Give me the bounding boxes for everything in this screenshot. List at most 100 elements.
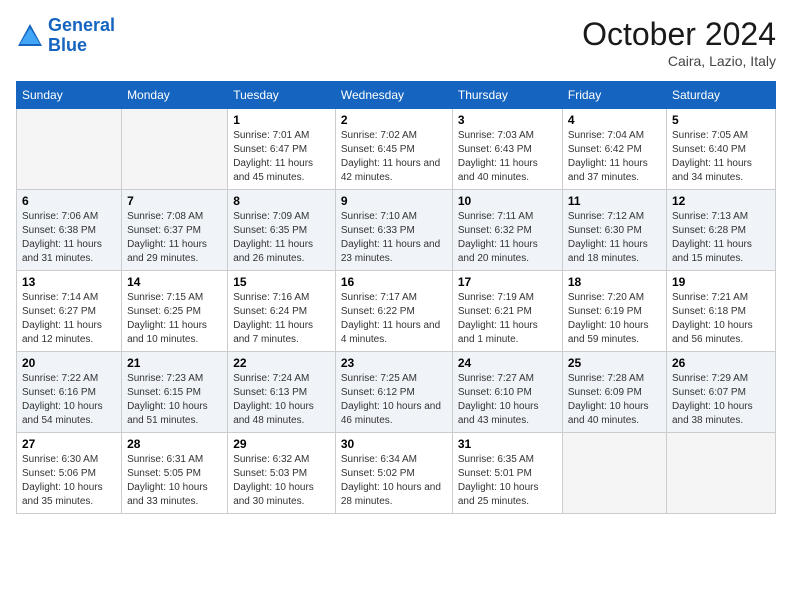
day-info: Sunrise: 7:20 AMSunset: 6:19 PMDaylight:… — [568, 291, 661, 347]
page-header: General Blue October 2024 Caira, Lazio, … — [16, 16, 776, 69]
month-title: October 2024 — [582, 16, 776, 53]
day-number: 5 — [672, 113, 770, 127]
calendar-cell: 30 Sunrise: 6:34 AMSunset: 5:02 PMDayligh… — [335, 433, 452, 514]
location: Caira, Lazio, Italy — [582, 53, 776, 69]
calendar-cell: 21 Sunrise: 7:23 AMSunset: 6:15 PMDayligh… — [122, 352, 228, 433]
day-info: Sunrise: 7:16 AMSunset: 6:24 PMDaylight:… — [233, 291, 330, 347]
day-number: 25 — [568, 356, 661, 370]
day-info: Sunrise: 6:31 AMSunset: 5:05 PMDaylight:… — [127, 453, 222, 509]
day-number: 19 — [672, 275, 770, 289]
day-number: 28 — [127, 437, 222, 451]
day-info: Sunrise: 7:29 AMSunset: 6:07 PMDaylight:… — [672, 372, 770, 428]
logo-text: General Blue — [48, 16, 115, 56]
calendar-cell — [666, 433, 775, 514]
day-number: 3 — [458, 113, 557, 127]
day-info: Sunrise: 7:25 AMSunset: 6:12 PMDaylight:… — [341, 372, 447, 428]
day-number: 22 — [233, 356, 330, 370]
calendar-cell: 23Sunrise: 7:25 AMSunset: 6:12 PMDayligh… — [335, 352, 452, 433]
day-info: Sunrise: 7:03 AMSunset: 6:43 PMDaylight:… — [458, 129, 557, 185]
week-row-2: 6 Sunrise: 7:06 AMSunset: 6:38 PMDaylight… — [17, 190, 776, 271]
day-info: Sunrise: 7:27 AMSunset: 6:10 PMDaylight:… — [458, 372, 557, 428]
day-info: Sunrise: 7:08 AMSunset: 6:37 PMDaylight:… — [127, 210, 222, 266]
calendar-cell: 20Sunrise: 7:22 AMSunset: 6:16 PMDayligh… — [17, 352, 122, 433]
calendar-table: SundayMondayTuesdayWednesdayThursdayFrid… — [16, 81, 776, 514]
day-info: Sunrise: 7:19 AMSunset: 6:21 PMDaylight:… — [458, 291, 557, 347]
day-info: Sunrise: 7:01 AMSunset: 6:47 PMDaylight:… — [233, 129, 330, 185]
calendar-cell: 11 Sunrise: 7:12 AMSunset: 6:30 PMDayligh… — [562, 190, 666, 271]
day-number: 2 — [341, 113, 447, 127]
day-number: 30 — [341, 437, 447, 451]
header-friday: Friday — [562, 82, 666, 109]
calendar-cell: 28 Sunrise: 6:31 AMSunset: 5:05 PMDayligh… — [122, 433, 228, 514]
day-number: 12 — [672, 194, 770, 208]
day-info: Sunrise: 7:11 AMSunset: 6:32 PMDaylight:… — [458, 210, 557, 266]
calendar-cell: 15 Sunrise: 7:16 AMSunset: 6:24 PMDayligh… — [228, 271, 336, 352]
day-number: 13 — [22, 275, 116, 289]
calendar-cell: 24 Sunrise: 7:27 AMSunset: 6:10 PMDayligh… — [452, 352, 562, 433]
day-number: 8 — [233, 194, 330, 208]
title-block: October 2024 Caira, Lazio, Italy — [582, 16, 776, 69]
day-number: 21 — [127, 356, 222, 370]
week-row-1: 1 Sunrise: 7:01 AMSunset: 6:47 PMDaylight… — [17, 109, 776, 190]
day-info: Sunrise: 7:04 AMSunset: 6:42 PMDaylight:… — [568, 129, 661, 185]
calendar-cell: 6 Sunrise: 7:06 AMSunset: 6:38 PMDaylight… — [17, 190, 122, 271]
day-info: Sunrise: 6:30 AMSunset: 5:06 PMDaylight:… — [22, 453, 116, 509]
calendar-cell: 3 Sunrise: 7:03 AMSunset: 6:43 PMDaylight… — [452, 109, 562, 190]
day-info: Sunrise: 7:28 AMSunset: 6:09 PMDaylight:… — [568, 372, 661, 428]
header-thursday: Thursday — [452, 82, 562, 109]
week-row-5: 27 Sunrise: 6:30 AMSunset: 5:06 PMDayligh… — [17, 433, 776, 514]
logo: General Blue — [16, 16, 115, 56]
day-info: Sunrise: 7:09 AMSunset: 6:35 PMDaylight:… — [233, 210, 330, 266]
day-number: 27 — [22, 437, 116, 451]
logo-icon — [16, 22, 44, 50]
day-number: 9 — [341, 194, 447, 208]
day-number: 18 — [568, 275, 661, 289]
day-info: Sunrise: 7:15 AMSunset: 6:25 PMDaylight:… — [127, 291, 222, 347]
calendar-cell: 4Sunrise: 7:04 AMSunset: 6:42 PMDaylight… — [562, 109, 666, 190]
calendar-cell: 12Sunrise: 7:13 AMSunset: 6:28 PMDayligh… — [666, 190, 775, 271]
day-info: Sunrise: 7:23 AMSunset: 6:15 PMDaylight:… — [127, 372, 222, 428]
day-info: Sunrise: 7:02 AMSunset: 6:45 PMDaylight:… — [341, 129, 447, 185]
day-number: 15 — [233, 275, 330, 289]
calendar-cell — [122, 109, 228, 190]
calendar-cell: 18 Sunrise: 7:20 AMSunset: 6:19 PMDayligh… — [562, 271, 666, 352]
calendar-cell: 7 Sunrise: 7:08 AMSunset: 6:37 PMDaylight… — [122, 190, 228, 271]
header-wednesday: Wednesday — [335, 82, 452, 109]
day-info: Sunrise: 7:17 AMSunset: 6:22 PMDaylight:… — [341, 291, 447, 347]
day-number: 24 — [458, 356, 557, 370]
day-info: Sunrise: 6:34 AMSunset: 5:02 PMDaylight:… — [341, 453, 447, 509]
calendar-cell: 13 Sunrise: 7:14 AMSunset: 6:27 PMDayligh… — [17, 271, 122, 352]
day-info: Sunrise: 7:14 AMSunset: 6:27 PMDaylight:… — [22, 291, 116, 347]
day-number: 11 — [568, 194, 661, 208]
day-number: 17 — [458, 275, 557, 289]
calendar-cell: 1 Sunrise: 7:01 AMSunset: 6:47 PMDaylight… — [228, 109, 336, 190]
day-info: Sunrise: 6:32 AMSunset: 5:03 PMDaylight:… — [233, 453, 330, 509]
calendar-cell: 14 Sunrise: 7:15 AMSunset: 6:25 PMDayligh… — [122, 271, 228, 352]
day-number: 1 — [233, 113, 330, 127]
calendar-cell: 8 Sunrise: 7:09 AMSunset: 6:35 PMDaylight… — [228, 190, 336, 271]
calendar-cell: 9 Sunrise: 7:10 AMSunset: 6:33 PMDaylight… — [335, 190, 452, 271]
day-number: 29 — [233, 437, 330, 451]
day-info: Sunrise: 7:06 AMSunset: 6:38 PMDaylight:… — [22, 210, 116, 266]
calendar-cell: 16Sunrise: 7:17 AMSunset: 6:22 PMDayligh… — [335, 271, 452, 352]
day-number: 7 — [127, 194, 222, 208]
calendar-cell: 5Sunrise: 7:05 AMSunset: 6:40 PMDaylight… — [666, 109, 775, 190]
calendar-cell: 19Sunrise: 7:21 AMSunset: 6:18 PMDayligh… — [666, 271, 775, 352]
day-info: Sunrise: 7:12 AMSunset: 6:30 PMDaylight:… — [568, 210, 661, 266]
day-number: 31 — [458, 437, 557, 451]
header-monday: Monday — [122, 82, 228, 109]
header-row: SundayMondayTuesdayWednesdayThursdayFrid… — [17, 82, 776, 109]
calendar-cell: 26Sunrise: 7:29 AMSunset: 6:07 PMDayligh… — [666, 352, 775, 433]
day-number: 20 — [22, 356, 116, 370]
calendar-cell: 10Sunrise: 7:11 AMSunset: 6:32 PMDayligh… — [452, 190, 562, 271]
day-info: Sunrise: 7:10 AMSunset: 6:33 PMDaylight:… — [341, 210, 447, 266]
calendar-cell: 29 Sunrise: 6:32 AMSunset: 5:03 PMDayligh… — [228, 433, 336, 514]
header-sunday: Sunday — [17, 82, 122, 109]
calendar-cell: 2 Sunrise: 7:02 AMSunset: 6:45 PMDaylight… — [335, 109, 452, 190]
day-number: 14 — [127, 275, 222, 289]
calendar-cell: 25 Sunrise: 7:28 AMSunset: 6:09 PMDayligh… — [562, 352, 666, 433]
calendar-cell: 31Sunrise: 6:35 AMSunset: 5:01 PMDayligh… — [452, 433, 562, 514]
calendar-cell: 27 Sunrise: 6:30 AMSunset: 5:06 PMDayligh… — [17, 433, 122, 514]
day-number: 6 — [22, 194, 116, 208]
calendar-cell — [17, 109, 122, 190]
